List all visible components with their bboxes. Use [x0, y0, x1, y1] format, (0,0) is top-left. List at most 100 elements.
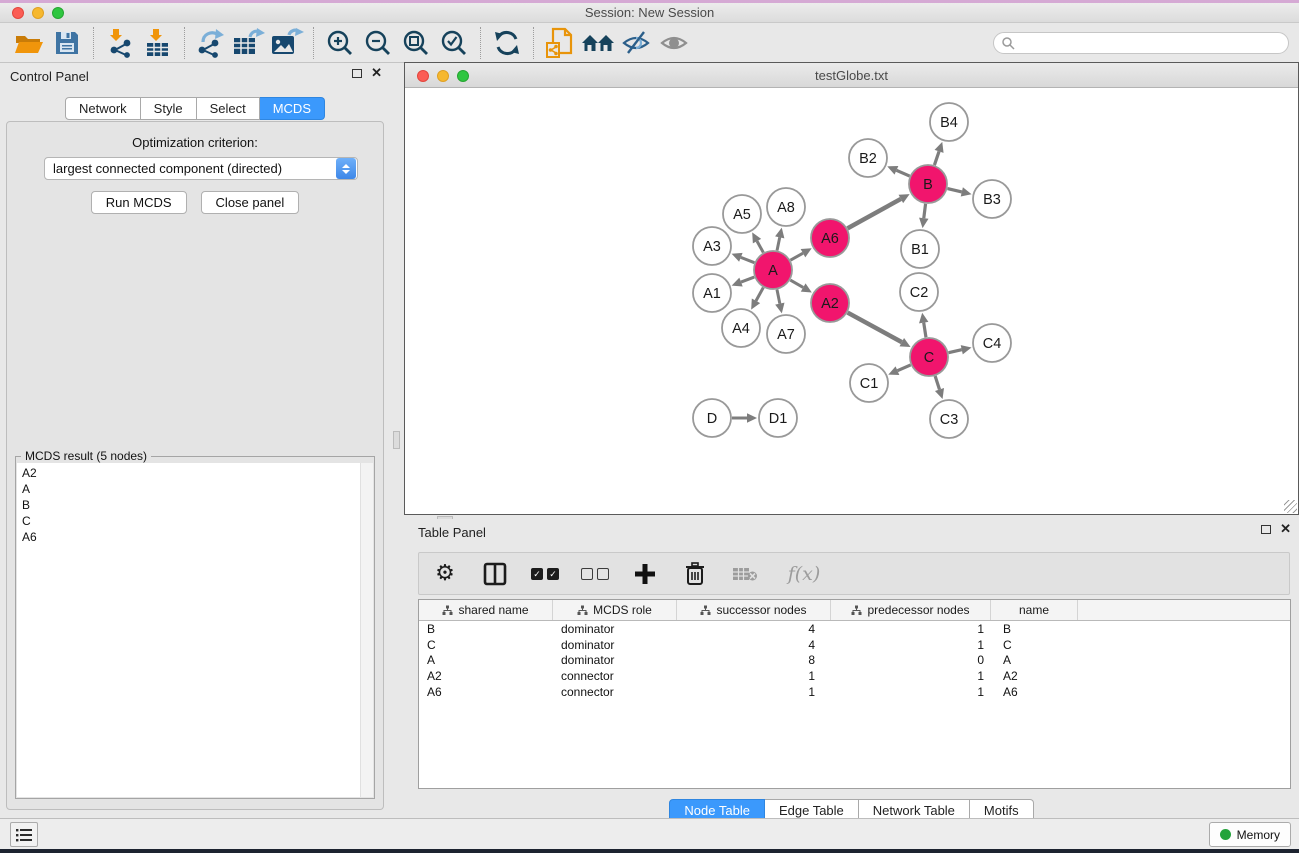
graph-node-label: A3	[703, 239, 721, 255]
graph-edge-A-A6[interactable]	[790, 253, 803, 260]
network-zoom-button[interactable]	[457, 70, 469, 82]
table-cell: A	[991, 653, 1078, 667]
float-panel-icon[interactable]	[352, 69, 362, 78]
mcds-result-item[interactable]: B	[17, 497, 360, 513]
mcds-result-scrollbar[interactable]	[360, 463, 373, 797]
search-field-wrap	[993, 32, 1289, 54]
graph-edge-B-B1[interactable]	[924, 204, 926, 218]
network-close-button[interactable]	[417, 70, 429, 82]
close-panel-button[interactable]: Close panel	[201, 191, 300, 214]
float-table-panel-icon[interactable]	[1261, 525, 1271, 534]
function-builder-button[interactable]: f(x)	[781, 560, 827, 588]
open-session-button[interactable]	[10, 26, 48, 60]
column-header-name[interactable]: name	[991, 600, 1078, 620]
tab-style[interactable]: Style	[141, 97, 197, 120]
memory-button[interactable]: Memory	[1209, 822, 1291, 847]
close-panel-icon[interactable]: ✕	[371, 68, 382, 78]
tab-select[interactable]: Select	[197, 97, 260, 120]
zoom-window-button[interactable]	[52, 7, 64, 19]
close-table-panel-icon[interactable]: ✕	[1280, 524, 1291, 534]
table-row[interactable]: Adominator80A	[419, 653, 1290, 669]
graph-edge-A-A1[interactable]	[741, 277, 754, 282]
graph-node-label: A4	[732, 321, 750, 337]
show-column-button[interactable]	[481, 560, 509, 588]
delete-column-button[interactable]	[681, 560, 709, 588]
graph-edge-C-C2[interactable]	[924, 323, 926, 338]
mcds-result-item[interactable]: A	[17, 481, 360, 497]
select-all-button[interactable]: ✓✓	[531, 560, 559, 588]
column-header-successor-nodes[interactable]: successor nodes	[677, 600, 831, 620]
table-row[interactable]: A6connector11A6	[419, 684, 1290, 700]
zoom-selected-button[interactable]	[435, 26, 473, 60]
graph-edge-C-C1[interactable]	[897, 365, 910, 371]
task-history-button[interactable]	[10, 822, 38, 847]
graph-edge-A-A8[interactable]	[777, 237, 780, 250]
vertical-split-handle[interactable]	[393, 431, 400, 449]
export-table-button[interactable]	[230, 26, 268, 60]
session-title: Session: New Session	[0, 3, 1299, 23]
toolbar-separator	[313, 27, 314, 59]
deselect-all-button[interactable]	[581, 560, 609, 588]
tab-network[interactable]: Network	[65, 97, 141, 120]
edge-arrowhead	[775, 303, 784, 314]
settings-gear-icon: ⚙	[435, 563, 455, 585]
column-header-predecessor-nodes[interactable]: predecessor nodes	[831, 600, 991, 620]
network-canvas[interactable]: AA1A2A3A4A5A6A7A8BB1B2B3B4CC1C2C3C4DD1	[405, 89, 1298, 514]
export-network-button[interactable]	[192, 26, 230, 60]
optimization-criterion-select[interactable]: largest connected component (directed)	[44, 157, 358, 180]
mcds-result-item[interactable]: A6	[17, 529, 360, 545]
minimize-window-button[interactable]	[32, 7, 44, 19]
settings-gear-button[interactable]: ⚙	[431, 560, 459, 588]
status-bar: Memory	[0, 818, 1299, 849]
tab-mcds[interactable]: MCDS	[260, 97, 325, 120]
delete-table-button[interactable]	[731, 560, 759, 588]
table-row[interactable]: Cdominator41C	[419, 637, 1290, 653]
graph-node-label: C	[924, 350, 934, 366]
column-header-shared-name[interactable]: shared name	[419, 600, 553, 620]
graph-edge-A-A5[interactable]	[757, 241, 763, 252]
graph-edge-B-B2[interactable]	[896, 170, 909, 176]
column-header-mcds-role[interactable]: MCDS role	[553, 600, 677, 620]
network-minimize-button[interactable]	[437, 70, 449, 82]
zoom-out-icon	[364, 29, 392, 57]
zoom-out-button[interactable]	[359, 26, 397, 60]
export-image-button[interactable]	[268, 26, 306, 60]
graph-edge-A2-C[interactable]	[848, 313, 902, 343]
table-row[interactable]: Bdominator41B	[419, 621, 1290, 637]
home-button[interactable]	[579, 26, 617, 60]
graph-edge-B-B3[interactable]	[947, 189, 961, 192]
zoom-fit-button[interactable]	[397, 26, 435, 60]
network-from-document-button[interactable]	[541, 26, 579, 60]
graph-edge-B-B4[interactable]	[934, 151, 939, 165]
refresh-view-button[interactable]	[488, 26, 526, 60]
graph-edge-A6-B[interactable]	[848, 199, 901, 228]
graph-edge-A-A2[interactable]	[790, 280, 803, 287]
mcds-result-item[interactable]: C	[17, 513, 360, 529]
run-mcds-button[interactable]: Run MCDS	[91, 191, 187, 214]
search-input[interactable]	[993, 32, 1289, 54]
show-details-button[interactable]	[655, 26, 693, 60]
table-cell: connector	[553, 685, 677, 699]
graph-edge-A-A4[interactable]	[756, 288, 763, 301]
network-from-document-icon	[545, 27, 575, 59]
network-graph: AA1A2A3A4A5A6A7A8BB1B2B3B4CC1C2C3C4DD1	[405, 89, 1298, 515]
import-network-button[interactable]	[101, 26, 139, 60]
table-cell: 1	[831, 669, 991, 683]
window-resize-grip[interactable]	[1284, 500, 1297, 513]
zoom-selected-icon	[440, 29, 468, 57]
unchecked-checkbox-icon	[581, 568, 593, 580]
save-session-button[interactable]	[48, 26, 86, 60]
add-column-button[interactable]	[631, 560, 659, 588]
mcds-result-item[interactable]: A2	[17, 465, 360, 481]
graph-edge-C-C4[interactable]	[949, 350, 962, 353]
zoom-fit-icon	[402, 29, 430, 57]
graph-edge-C-C3[interactable]	[935, 376, 939, 389]
graph-edge-A-A3[interactable]	[741, 257, 755, 262]
add-column-icon	[634, 563, 656, 585]
table-row[interactable]: A2connector11A2	[419, 668, 1290, 684]
close-window-button[interactable]	[12, 7, 24, 19]
zoom-in-button[interactable]	[321, 26, 359, 60]
import-table-button[interactable]	[139, 26, 177, 60]
graph-edge-A-A7[interactable]	[777, 290, 780, 304]
hide-details-button[interactable]	[617, 26, 655, 60]
